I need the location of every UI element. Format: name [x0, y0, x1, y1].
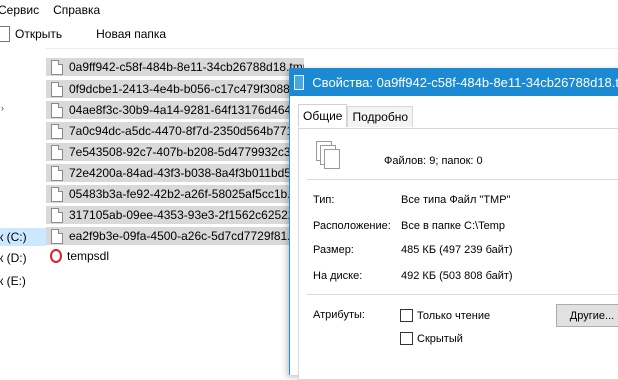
hidden-label: Скрытый	[417, 333, 463, 345]
dialog-body: Файлов: 9; папок: 0 Тип: Все типа Файл "…	[298, 128, 618, 380]
new-folder-label: Новая папка	[96, 27, 167, 41]
location-label: Расположение:	[313, 220, 391, 232]
file-name: 7e543508-92c7-407b-b208-5d4779932c34	[69, 145, 298, 159]
attributes-label: Атрибуты:	[313, 309, 365, 321]
file-row[interactable]: 317105ab-09ee-4353-93e3-2f1562c62522.	[46, 206, 304, 224]
file-icon	[51, 186, 63, 202]
size-value: 485 КБ (497 239 байт)	[401, 244, 513, 256]
nav-drive-c[interactable]: к (C:)	[0, 228, 46, 246]
nav-drive-label: к (D:)	[0, 251, 27, 265]
file-icon	[51, 165, 63, 181]
file-icon	[51, 81, 63, 97]
file-name: 0f9dcbe1-2413-4e4b-b056-c17c479f3088	[69, 82, 290, 96]
file-row[interactable]: 7a0c94dc-a5dc-4470-8f7d-2350d564b771	[46, 122, 304, 140]
file-name: tempsdl	[67, 249, 110, 263]
navigation-pane: › к (C:) к (D:) к (E:)	[0, 48, 46, 375]
file-row[interactable]: 05483b3a-fe92-42b2-a26f-58025af5cc1b.	[46, 185, 304, 203]
file-name: 0a9ff942-c58f-484b-8e11-34cb26788d18.tmp	[69, 60, 304, 74]
readonly-checkbox[interactable]	[400, 309, 413, 322]
file-name: 05483b3a-fe92-42b2-a26f-58025af5cc1b.	[69, 187, 291, 201]
nav-drive-label: к (E:)	[0, 274, 26, 288]
file-icon	[294, 74, 305, 90]
file-name: 7a0c94dc-a5dc-4470-8f7d-2350d564b771	[69, 124, 294, 138]
file-name: 72e4200a-84ad-43f3-b038-8a4f3b011bd5	[69, 166, 291, 180]
file-icon	[51, 123, 63, 139]
hidden-checkbox[interactable]	[400, 332, 413, 345]
file-icon	[51, 102, 63, 118]
file-row-tempsdl[interactable]: tempsdl	[46, 247, 304, 265]
dialog-title-bar[interactable]: Свойства: 0a9ff942-c58f-484b-8e11-34cb26…	[290, 68, 618, 96]
dialog-title: Свойства: 0a9ff942-c58f-484b-8e11-34cb26…	[312, 74, 618, 90]
document-icon	[0, 26, 10, 42]
dialog-tabs: Общие Подробно	[298, 104, 414, 128]
file-row[interactable]: 7e543508-92c7-407b-b208-5d4779932c34	[46, 143, 304, 161]
properties-dialog: Свойства: 0a9ff942-c58f-484b-8e11-34cb26…	[289, 68, 618, 380]
open-label: Открыть	[15, 27, 63, 41]
file-name: 04ae8f3c-30b9-4a14-9281-64f13176d464.	[69, 103, 295, 117]
separator	[307, 179, 618, 180]
file-icon	[51, 144, 63, 160]
nav-drive-label: к (C:)	[0, 230, 27, 244]
menu-service[interactable]: Сервис	[0, 3, 53, 17]
size-label: Размер:	[313, 244, 354, 256]
file-icon	[51, 228, 63, 244]
separator	[307, 294, 618, 295]
file-icon	[51, 59, 63, 75]
other-attributes-button[interactable]: Другие...	[556, 304, 618, 327]
file-row[interactable]: 04ae8f3c-30b9-4a14-9281-64f13176d464.	[46, 101, 304, 119]
readonly-label: Только чтение	[417, 310, 491, 322]
disk-size-value: 492 КБ (503 808 байт)	[401, 270, 513, 282]
multiple-files-icon	[316, 141, 342, 171]
file-name: 317105ab-09ee-4353-93e3-2f1562c62522.	[69, 208, 298, 222]
opera-icon	[50, 249, 62, 263]
nav-drive-d[interactable]: к (D:)	[0, 249, 46, 267]
type-label: Тип:	[313, 194, 335, 206]
menu-help[interactable]: Справка	[53, 3, 114, 17]
file-row[interactable]: 0a9ff942-c58f-484b-8e11-34cb26788d18.tmp	[46, 58, 304, 76]
location-value: Все в папке C:\Temp	[401, 220, 506, 232]
file-row[interactable]: 0f9dcbe1-2413-4e4b-b056-c17c479f3088	[46, 80, 304, 98]
tab-details[interactable]: Подробно	[347, 106, 414, 127]
expand-arrow-icon[interactable]: ›	[1, 103, 4, 113]
disk-size-label: На диске:	[313, 270, 363, 282]
files-count: Файлов: 9; папок: 0	[384, 155, 483, 167]
tab-general[interactable]: Общие	[298, 104, 348, 127]
file-name: ea2f9b3e-09fa-4500-a26c-5d7cd7729f81.	[69, 229, 291, 243]
toolbar: Открыть Новая папка	[0, 20, 618, 49]
open-button[interactable]: Открыть	[0, 22, 66, 46]
file-row[interactable]: 72e4200a-84ad-43f3-b038-8a4f3b011bd5	[46, 164, 304, 182]
type-value: Все типа Файл "TMP"	[401, 194, 511, 206]
file-row[interactable]: ea2f9b3e-09fa-4500-a26c-5d7cd7729f81.	[46, 227, 304, 245]
new-folder-button[interactable]: Новая папка	[92, 22, 170, 46]
menu-bar: Сервис Справка	[0, 0, 618, 20]
file-icon	[51, 207, 63, 223]
nav-drive-e[interactable]: к (E:)	[0, 272, 46, 290]
